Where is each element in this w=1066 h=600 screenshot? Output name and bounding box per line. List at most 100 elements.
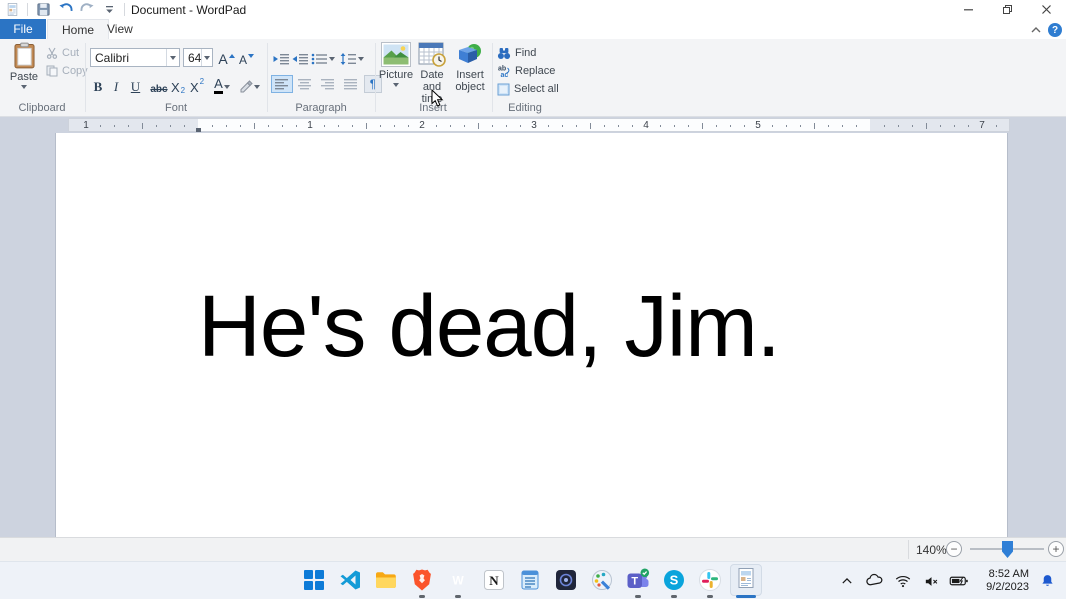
chevron-down-icon (204, 56, 210, 60)
redo-icon[interactable] (78, 1, 96, 18)
font-family-select[interactable]: Calibri (90, 48, 180, 67)
copy-button[interactable]: Copy (46, 63, 88, 79)
ruler-tick (884, 125, 885, 127)
ruler-tick (114, 125, 115, 127)
onedrive-cloud-icon[interactable] (864, 570, 886, 592)
shrink-font-button[interactable]: A (238, 48, 255, 67)
ruler-number: 4 (643, 119, 649, 132)
taskbar-explorer-button[interactable] (368, 562, 404, 600)
align-left-button[interactable] (271, 75, 293, 93)
underline-button[interactable]: U (129, 76, 142, 95)
running-indicator (736, 595, 756, 598)
superscript-button[interactable]: X2 (189, 76, 205, 95)
restore-button[interactable] (988, 0, 1027, 19)
ruler-tick (506, 125, 507, 127)
tray-clock[interactable]: 8:52 AM 9/2/2023 (977, 568, 1029, 594)
bullet-list-icon (311, 53, 327, 65)
justify-button[interactable] (340, 75, 362, 93)
ruler-tick (772, 125, 773, 127)
taskbar-apps: WN TS (296, 562, 764, 600)
grow-font-button[interactable]: A (218, 48, 235, 67)
bold-button[interactable]: B (91, 76, 105, 95)
find-button[interactable]: Find (497, 45, 536, 61)
picture-button[interactable]: Picture (378, 42, 414, 87)
zoom-in-button[interactable]: + (1048, 541, 1064, 557)
ruler-tick (100, 125, 101, 127)
italic-button[interactable]: I (110, 76, 122, 95)
taskbar-word-button[interactable]: W (440, 562, 476, 600)
strikethrough-button[interactable]: abc (148, 76, 170, 95)
insert-object-button[interactable]: Insert object (452, 42, 488, 93)
increase-indent-button[interactable] (292, 51, 308, 67)
taskbar-vscode-button[interactable] (332, 562, 368, 600)
indent-marker[interactable] (196, 128, 201, 132)
zoom-slider-track[interactable] (970, 548, 1044, 550)
line-spacing-button[interactable] (340, 51, 364, 67)
ruler-row: 1123457 (0, 117, 1066, 133)
wifi-icon[interactable] (892, 570, 914, 592)
chevron-down-icon (224, 85, 230, 89)
window-title: Document - WordPad (131, 3, 246, 17)
cut-button[interactable]: Cut (46, 45, 79, 61)
font-color-button[interactable]: A (211, 75, 233, 94)
save-icon[interactable] (34, 1, 52, 18)
mouse-cursor (431, 89, 444, 108)
wordpad-app-icon (3, 1, 21, 18)
picture-icon (381, 42, 411, 67)
ruler-tick (660, 125, 661, 127)
replace-button[interactable]: abac Replace (497, 63, 555, 79)
cut-scissors-icon (46, 47, 58, 59)
tab-view[interactable]: View (93, 19, 147, 39)
zoom-slider-thumb[interactable] (1002, 541, 1013, 558)
taskbar-teams-button[interactable]: T (620, 562, 656, 600)
battery-charging-icon[interactable] (948, 570, 970, 592)
paste-button[interactable]: Paste (7, 42, 41, 89)
shrink-arrow-icon (248, 54, 254, 58)
highlight-color-button[interactable] (237, 75, 261, 94)
decrease-indent-button[interactable] (273, 51, 289, 67)
taskbar-slack-button[interactable] (692, 562, 728, 600)
notification-bell-icon[interactable] (1036, 570, 1058, 592)
collapse-ribbon-icon[interactable] (1030, 21, 1042, 39)
ruler-tick (492, 125, 493, 127)
ruler-tick (590, 123, 591, 129)
document-page[interactable]: He's dead, Jim. (55, 133, 1008, 537)
ruler: 1123457 (68, 118, 1010, 132)
taskbar-paint-button[interactable] (584, 562, 620, 600)
ruler-tick (366, 123, 367, 129)
taskbar-wordpad-button[interactable] (728, 562, 764, 600)
align-center-icon (298, 78, 312, 90)
ruler-tick (128, 125, 129, 127)
tab-file[interactable]: File (0, 19, 46, 39)
taskbar-start-button[interactable] (296, 562, 332, 600)
zoom-out-button[interactable]: − (946, 541, 962, 557)
ruler-number: 3 (531, 119, 537, 132)
list-button[interactable] (311, 51, 335, 67)
taskbar-notion-button[interactable]: N (476, 562, 512, 600)
volume-muted-icon[interactable] (920, 570, 942, 592)
align-right-button[interactable] (317, 75, 339, 93)
ribbon-tab-row: File Home View ? (0, 19, 1066, 39)
taskbar-skype-button[interactable]: S (656, 562, 692, 600)
customize-qat-dropdown-icon[interactable] (100, 1, 118, 18)
wordpad-window: Document - WordPad File Home View ? Past… (0, 0, 1066, 600)
running-indicator (635, 595, 641, 598)
taskbar-brave-button[interactable] (404, 562, 440, 600)
align-center-button[interactable] (294, 75, 316, 93)
ruler-tick (184, 125, 185, 127)
taskbar-darkapp-button[interactable] (548, 562, 584, 600)
close-button[interactable] (1027, 0, 1066, 19)
subscript-button[interactable]: X2 (170, 76, 186, 95)
document-text[interactable]: He's dead, Jim. (198, 283, 780, 370)
justify-icon (344, 78, 358, 90)
taskbar-notepad-button[interactable] (512, 562, 548, 600)
select-all-button[interactable]: Select all (497, 81, 559, 97)
ruler-tick (464, 125, 465, 127)
ruler-tick (604, 125, 605, 127)
help-icon[interactable]: ? (1048, 23, 1062, 37)
skype-icon: S (662, 568, 686, 592)
font-size-select[interactable]: 64 (183, 48, 213, 67)
minimize-button[interactable] (949, 0, 988, 19)
tray-chevron-up-icon[interactable] (836, 570, 858, 592)
undo-icon[interactable] (56, 1, 74, 18)
